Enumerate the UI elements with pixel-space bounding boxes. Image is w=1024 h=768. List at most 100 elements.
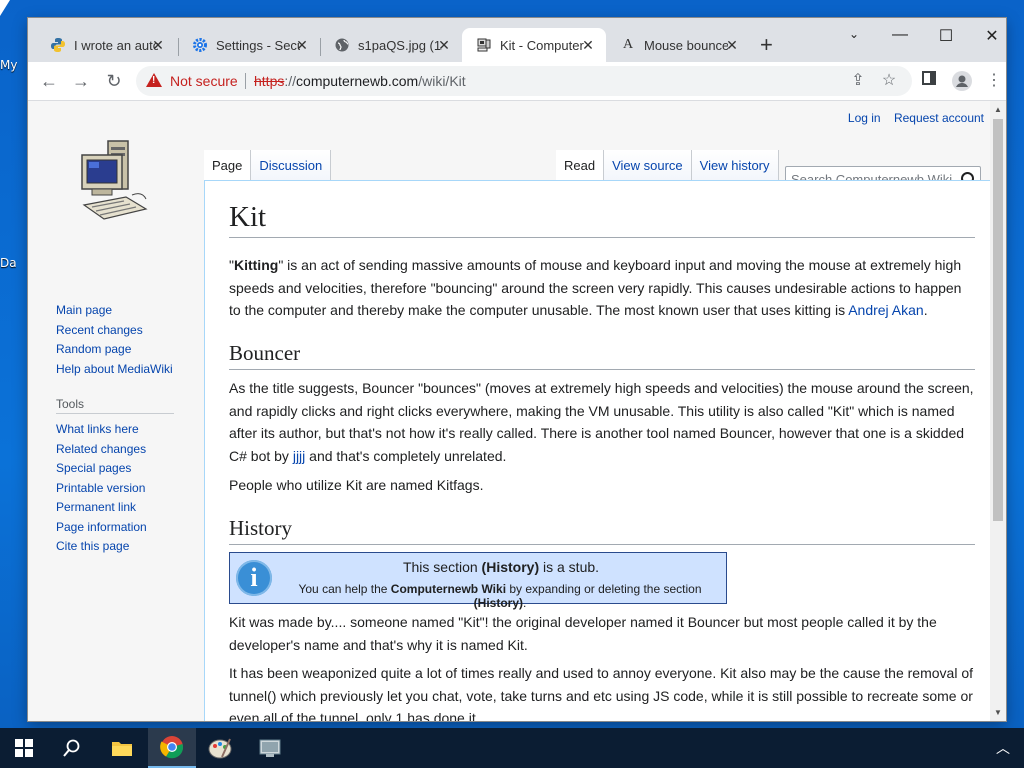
browser-tab-active[interactable]: Kit - Computer ✕ <box>462 28 606 62</box>
sidebar-item-special-pages[interactable]: Special pages <box>56 459 174 479</box>
sidebar-item-what-links-here[interactable]: What links here <box>56 420 174 440</box>
url-host: computernewb.com <box>296 73 419 89</box>
stub-text: is a stub. <box>539 559 600 575</box>
kitfags-paragraph: People who utilize Kit are named Kitfags… <box>229 477 484 493</box>
sidebar-item-related-changes[interactable]: Related changes <box>56 440 174 460</box>
browser-window: I wrote an auto ✕ Settings - Secu ✕ s1pa… <box>28 18 1006 721</box>
heading-bouncer: Bouncer <box>229 341 301 365</box>
bouncer-text-end: and that's completely unrelated. <box>305 447 507 464</box>
close-icon[interactable]: ✕ <box>294 37 310 53</box>
sidebar-item-main-page[interactable]: Main page <box>56 301 173 321</box>
close-icon[interactable]: ✕ <box>436 37 452 53</box>
close-icon[interactable]: ✕ <box>150 37 166 53</box>
sidebar-item-printable-version[interactable]: Printable version <box>56 479 174 499</box>
search-icon[interactable] <box>48 728 96 768</box>
heading-divider <box>229 369 975 370</box>
url-text[interactable]: https://computernewb.com/wiki/Kit <box>254 73 466 89</box>
security-indicator[interactable]: Not secure <box>170 73 238 89</box>
chevron-up-icon[interactable]: ︿ <box>982 728 1024 768</box>
tools-heading: Tools <box>56 397 174 414</box>
stub-text: . <box>523 596 527 610</box>
namespace-tabs: Page Discussion <box>204 150 332 180</box>
browser-toolbar: ← → ↻ ! Not secure https://computernewb.… <box>28 62 1006 101</box>
sidebar-item-permanent-link[interactable]: Permanent link <box>56 498 174 518</box>
address-divider <box>245 73 246 89</box>
windows-start-icon[interactable] <box>0 728 48 768</box>
intro-bold-term: Kitting <box>233 257 279 273</box>
tab-discussion[interactable]: Discussion <box>251 150 332 180</box>
sidebar-item-random-page[interactable]: Random page <box>56 340 173 360</box>
close-icon[interactable]: ✕ <box>580 37 596 53</box>
globe-icon <box>334 37 350 53</box>
close-icon[interactable]: ✕ <box>724 37 740 53</box>
sidebar-item-cite[interactable]: Cite this page <box>56 537 174 557</box>
new-tab-button[interactable]: + <box>760 34 773 56</box>
navigation-portlet: Main page Recent changes Random page Hel… <box>56 301 173 379</box>
wiki-icon <box>476 37 492 53</box>
history-paragraph: Kit was made by.... someone named "Kit"!… <box>229 614 937 653</box>
url-separator: :// <box>284 73 297 89</box>
chrome-icon[interactable] <box>148 728 196 768</box>
back-button[interactable]: ← <box>38 70 60 92</box>
scroll-up-icon[interactable]: ▲ <box>994 105 1002 114</box>
site-logo[interactable] <box>80 137 152 223</box>
stub-section: (History) <box>481 559 540 575</box>
sidebar-item-page-information[interactable]: Page information <box>56 518 174 538</box>
andrej-akan-link[interactable]: Andrej Akan <box>848 302 924 318</box>
share-icon[interactable]: ⇪ <box>848 71 868 91</box>
sidebar-item-help[interactable]: Help about MediaWiki <box>56 360 173 380</box>
tab-read[interactable]: Read <box>556 150 605 180</box>
web-page: Log in Request account Main page Recent … <box>28 101 1006 721</box>
tab-search-icon[interactable]: ⌄ <box>844 27 864 41</box>
address-bar[interactable]: ! Not secure https://computernewb.com/wi… <box>136 66 912 96</box>
side-panel-icon[interactable] <box>919 71 939 91</box>
browser-tab[interactable]: Settings - Secu ✕ <box>178 28 320 62</box>
tab-title: Kit - Computer <box>500 37 584 53</box>
personal-tools: Log in Request account <box>838 111 984 125</box>
intro-end: . <box>923 302 928 318</box>
desktop-label[interactable]: Da <box>0 256 17 270</box>
close-window-button[interactable]: ✕ <box>982 26 1002 46</box>
tab-title: I wrote an auto <box>74 37 158 53</box>
browser-tab[interactable]: A Mouse bounce ✕ <box>606 28 750 62</box>
tab-title: s1paQS.jpg (12 <box>358 37 442 53</box>
article-content: Kit "Kitting" is an act of sending massi… <box>204 180 1000 721</box>
tab-view-source[interactable]: View source <box>604 150 692 180</box>
tab-view-history[interactable]: View history <box>691 150 779 180</box>
file-explorer-icon[interactable] <box>98 728 146 768</box>
desktop-label[interactable]: My <box>0 58 17 72</box>
tab-strip: I wrote an auto ✕ Settings - Secu ✕ s1pa… <box>28 18 1006 62</box>
login-link[interactable]: Log in <box>848 111 881 125</box>
forward-button[interactable]: → <box>70 70 92 92</box>
stub-text: by expanding or deleting the section <box>506 582 702 596</box>
stub-help: You can help the Computernewb Wiki by ex… <box>276 582 724 610</box>
url-path: /wiki/Kit <box>418 73 466 89</box>
jjjj-link[interactable]: jjjj <box>293 448 305 464</box>
scroll-thumb[interactable] <box>993 119 1003 521</box>
minimize-button[interactable]: — <box>890 26 910 44</box>
bookmark-star-icon[interactable]: ☆ <box>879 71 899 91</box>
info-icon: i <box>236 560 272 596</box>
stub-wiki-name: Computernewb Wiki <box>390 582 507 596</box>
stub-title: This section (History) is a stub. <box>280 559 722 575</box>
tab-page[interactable]: Page <box>204 150 252 180</box>
menu-icon[interactable]: ⋮ <box>984 71 1004 91</box>
browser-tab[interactable]: I wrote an auto ✕ <box>36 28 176 62</box>
sidebar-item-recent-changes[interactable]: Recent changes <box>56 321 173 341</box>
heading-divider <box>229 544 975 545</box>
app-icon[interactable] <box>246 728 294 768</box>
tools-portlet: Tools What links here Related changes Sp… <box>56 397 174 557</box>
browser-tab[interactable]: s1paQS.jpg (12 ✕ <box>320 28 462 62</box>
page-scrollbar[interactable]: ▲ ▼ <box>990 101 1006 721</box>
maximize-button[interactable]: ☐ <box>936 26 956 46</box>
stub-notice: i This section (History) is a stub. You … <box>229 552 727 610</box>
profile-icon[interactable] <box>952 71 972 91</box>
stub-text: You can help the <box>298 582 391 596</box>
paint-icon[interactable] <box>196 728 244 768</box>
page-title: Kit <box>229 201 267 233</box>
request-account-link[interactable]: Request account <box>894 111 984 125</box>
tab-title: Settings - Secu <box>216 37 300 53</box>
scroll-down-icon[interactable]: ▼ <box>994 708 1002 717</box>
reload-button[interactable]: ↻ <box>103 70 125 92</box>
gear-icon <box>192 37 208 53</box>
